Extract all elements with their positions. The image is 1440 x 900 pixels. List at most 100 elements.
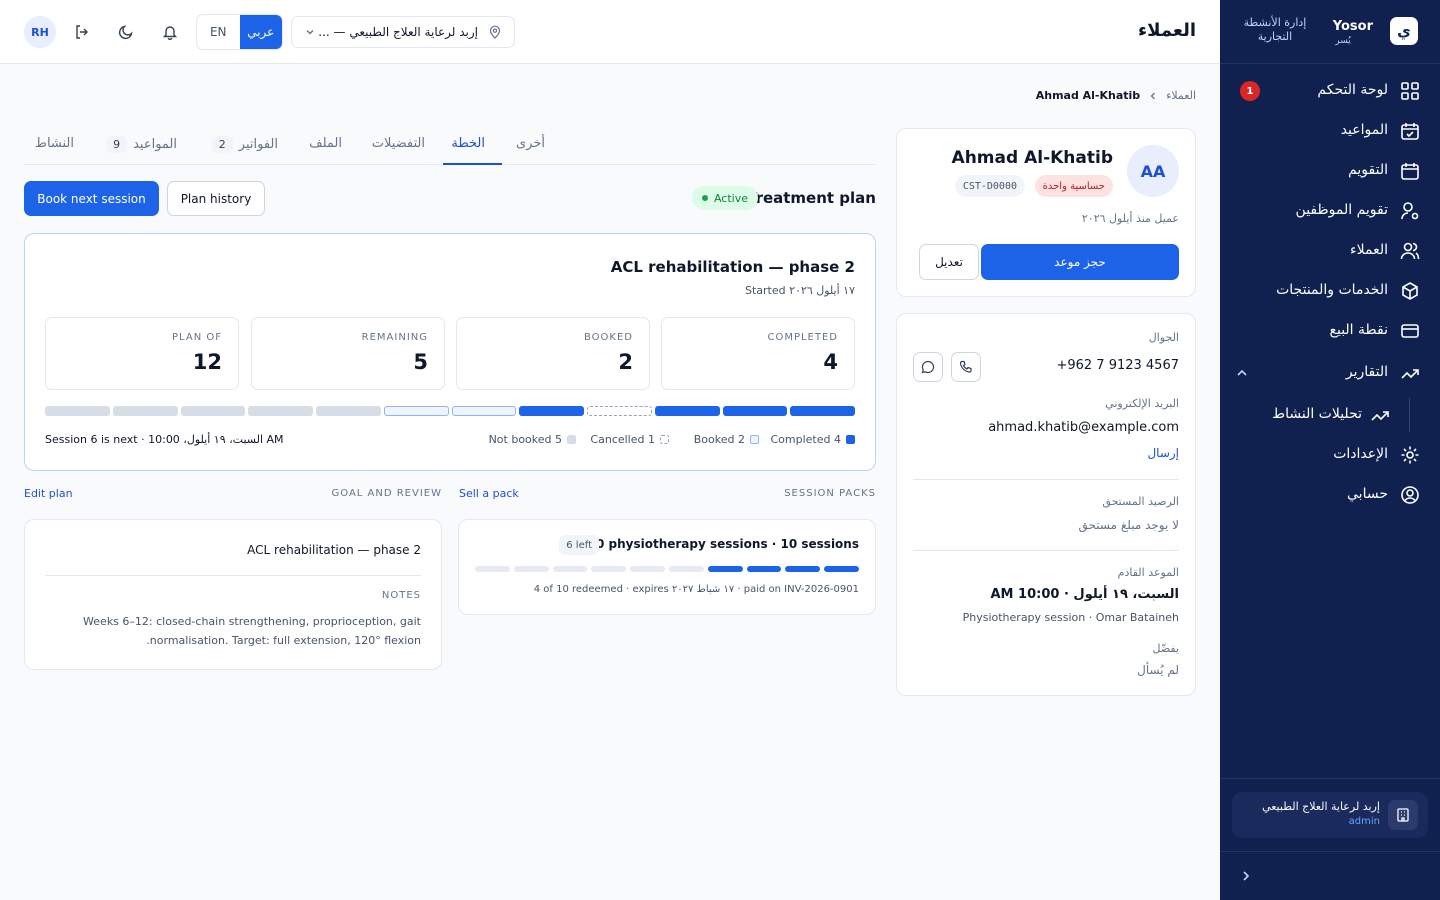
goal-review-card: ACL rehabilitation — phase 2 NOTES Weeks…	[24, 519, 442, 670]
call-button[interactable]	[951, 352, 981, 382]
session-segment-done	[654, 406, 720, 416]
legend-swatch	[660, 435, 669, 444]
box-icon	[1402, 282, 1418, 300]
lang-en[interactable]: EN	[197, 15, 240, 49]
legend-swatch	[846, 435, 855, 444]
status-badge: Active	[691, 186, 758, 210]
sidebar-item-label: لوحة التحكم	[1317, 82, 1388, 98]
breadcrumb-current: Ahmad Al-Khatib	[1035, 89, 1141, 102]
next-session-note: Session 6 is next · السبت، ١٩ أيلول، 10:…	[45, 433, 284, 446]
legend-completed: Completed 4	[770, 433, 855, 446]
breadcrumb: العملاء Ahmad Al-Khatib	[1036, 89, 1196, 102]
tab-appointments[interactable]: المواعيد 9	[106, 136, 177, 153]
sidebar-item-account[interactable]: حسابي	[1220, 477, 1440, 513]
sell-pack-link[interactable]: Sell a pack	[459, 487, 519, 500]
legend-label: Completed 4	[770, 433, 842, 446]
trending-up-icon	[1401, 369, 1419, 379]
session-segment-none	[180, 406, 246, 416]
sidebar-item-pos[interactable]: نقطة البيع	[1220, 313, 1440, 349]
sidebar-item-calendar[interactable]: التقويم	[1220, 153, 1440, 189]
session-segment-done	[519, 406, 584, 416]
legend-swatch	[567, 435, 576, 444]
user-circle-icon	[1401, 486, 1419, 504]
breadcrumb-parent[interactable]: العملاء	[1166, 89, 1196, 102]
stat-booked: BOOKED 2	[456, 317, 650, 390]
send-email-link[interactable]: إرسال	[1147, 446, 1179, 460]
theme-toggle-button[interactable]	[110, 16, 142, 48]
workspace-role: admin	[1348, 816, 1380, 827]
pack-segment-used	[746, 566, 782, 572]
legend-label: Booked 2	[693, 433, 745, 446]
notes-text: Weeks 6–12: closed-chain strengthening, …	[83, 615, 421, 647]
logout-button[interactable]	[66, 16, 98, 48]
sidebar-item-staff-calendar[interactable]: تقويم الموظفين	[1220, 193, 1440, 229]
sidebar-item-label: الخدمات والمنتجات	[1276, 282, 1388, 298]
tab-count: 9	[106, 136, 128, 153]
brand-title: إدارة الأنشطة التجارية	[1243, 16, 1307, 43]
credit-card-icon	[1401, 324, 1419, 338]
legend-not-booked: Not booked 5	[489, 433, 576, 446]
tab-invoices[interactable]: الفواتير 2	[211, 136, 278, 153]
brand: ي Yosor يُسر إدارة الأنشطة التجارية	[1240, 16, 1418, 48]
tab-activity[interactable]: النشاط	[35, 136, 74, 151]
session-segment-done	[722, 406, 788, 416]
sidebar-item-label: الإعدادات	[1333, 446, 1388, 462]
lang-ar[interactable]: عربي	[239, 15, 282, 49]
notifications-button[interactable]	[154, 16, 186, 48]
sidebar-item-label: نقطة البيع	[1329, 322, 1388, 338]
language-toggle[interactable]: EN عربي	[196, 14, 283, 50]
edit-plan-link[interactable]: Edit plan	[24, 487, 73, 500]
dashboard-icon	[1401, 82, 1419, 100]
customer-name: Ahmad Al-Khatib	[951, 148, 1113, 168]
divider	[913, 479, 1179, 480]
chevron-right-icon[interactable]	[1238, 868, 1254, 884]
sidebar-item-label: تقويم الموظفين	[1295, 202, 1388, 218]
message-button[interactable]	[913, 352, 943, 382]
edit-customer-button[interactable]: تعديل	[919, 244, 979, 280]
divider	[45, 575, 421, 576]
tab-label: المواعيد	[133, 137, 177, 152]
sidebar-item-label: التقويم	[1348, 162, 1388, 178]
book-next-session-button[interactable]: Book next session	[24, 181, 159, 216]
stat-value: 12	[192, 350, 222, 374]
tab-plan[interactable]: الخطة	[451, 136, 485, 151]
plan-history-button[interactable]: Plan history	[167, 181, 265, 216]
book-appointment-button[interactable]: حجز موعد	[981, 244, 1179, 280]
topbar: العملاء إربد لرعاية العلاج الطبيعي — ...…	[0, 0, 1220, 64]
tab-label: الملف	[309, 136, 342, 151]
calendar-check-icon	[1401, 123, 1419, 140]
chevron-down-icon	[306, 30, 314, 35]
sidebar-item-reports[interactable]: التقارير	[1220, 355, 1440, 391]
pack-segment-available	[513, 566, 549, 572]
sidebar-item-services[interactable]: الخدمات والمنتجات	[1220, 273, 1440, 309]
sidebar-item-appointments[interactable]: المواعيد	[1220, 113, 1440, 149]
tab-other[interactable]: أخرى	[516, 136, 545, 151]
session-segment-none	[248, 406, 313, 416]
workspace-switcher[interactable]: إربد لرعاية العلاج الطبيعي admin	[1232, 792, 1428, 838]
session-segment-booked	[383, 406, 449, 416]
legend-label: Not booked 5	[488, 433, 562, 446]
sidebar-item-customers[interactable]: العملاء	[1220, 233, 1440, 269]
stat-remaining: REMAINING 5	[251, 317, 445, 390]
branch-selector[interactable]: إربد لرعاية العلاج الطبيعي — ...	[291, 16, 515, 48]
sidebar: ي Yosor يُسر إدارة الأنشطة التجارية لوحة…	[1220, 0, 1440, 900]
chevron-up-icon[interactable]	[1234, 365, 1250, 381]
user-avatar[interactable]: RH	[24, 16, 56, 48]
stat-plan-of: PLAN OF 12	[45, 317, 239, 390]
allergy-badge: حساسية واحدة	[1034, 175, 1113, 197]
sidebar-item-settings[interactable]: الإعدادات	[1220, 437, 1440, 473]
goal-title: ACL rehabilitation — phase 2	[247, 543, 421, 557]
pack-segment-available	[475, 566, 510, 572]
sidebar-item-label: تحليلات النشاط	[1272, 406, 1362, 422]
customer-avatar: AA	[1127, 145, 1179, 197]
sidebar-item-label: التقارير	[1345, 364, 1388, 380]
tab-preferences[interactable]: التفضيلات	[372, 136, 425, 151]
email-value: ahmad.khatib@example.com	[988, 420, 1179, 435]
legend-label: Cancelled 1	[590, 433, 655, 446]
tab-label: أخرى	[516, 136, 545, 151]
brand-logo-icon: ي	[1390, 17, 1418, 45]
chevron-left-icon	[1150, 92, 1156, 99]
sidebar-item-dashboard[interactable]: لوحة التحكم 1	[1220, 73, 1440, 109]
tab-file[interactable]: الملف	[309, 136, 342, 151]
sidebar-item-analytics[interactable]: تحليلات النشاط	[1220, 397, 1440, 433]
